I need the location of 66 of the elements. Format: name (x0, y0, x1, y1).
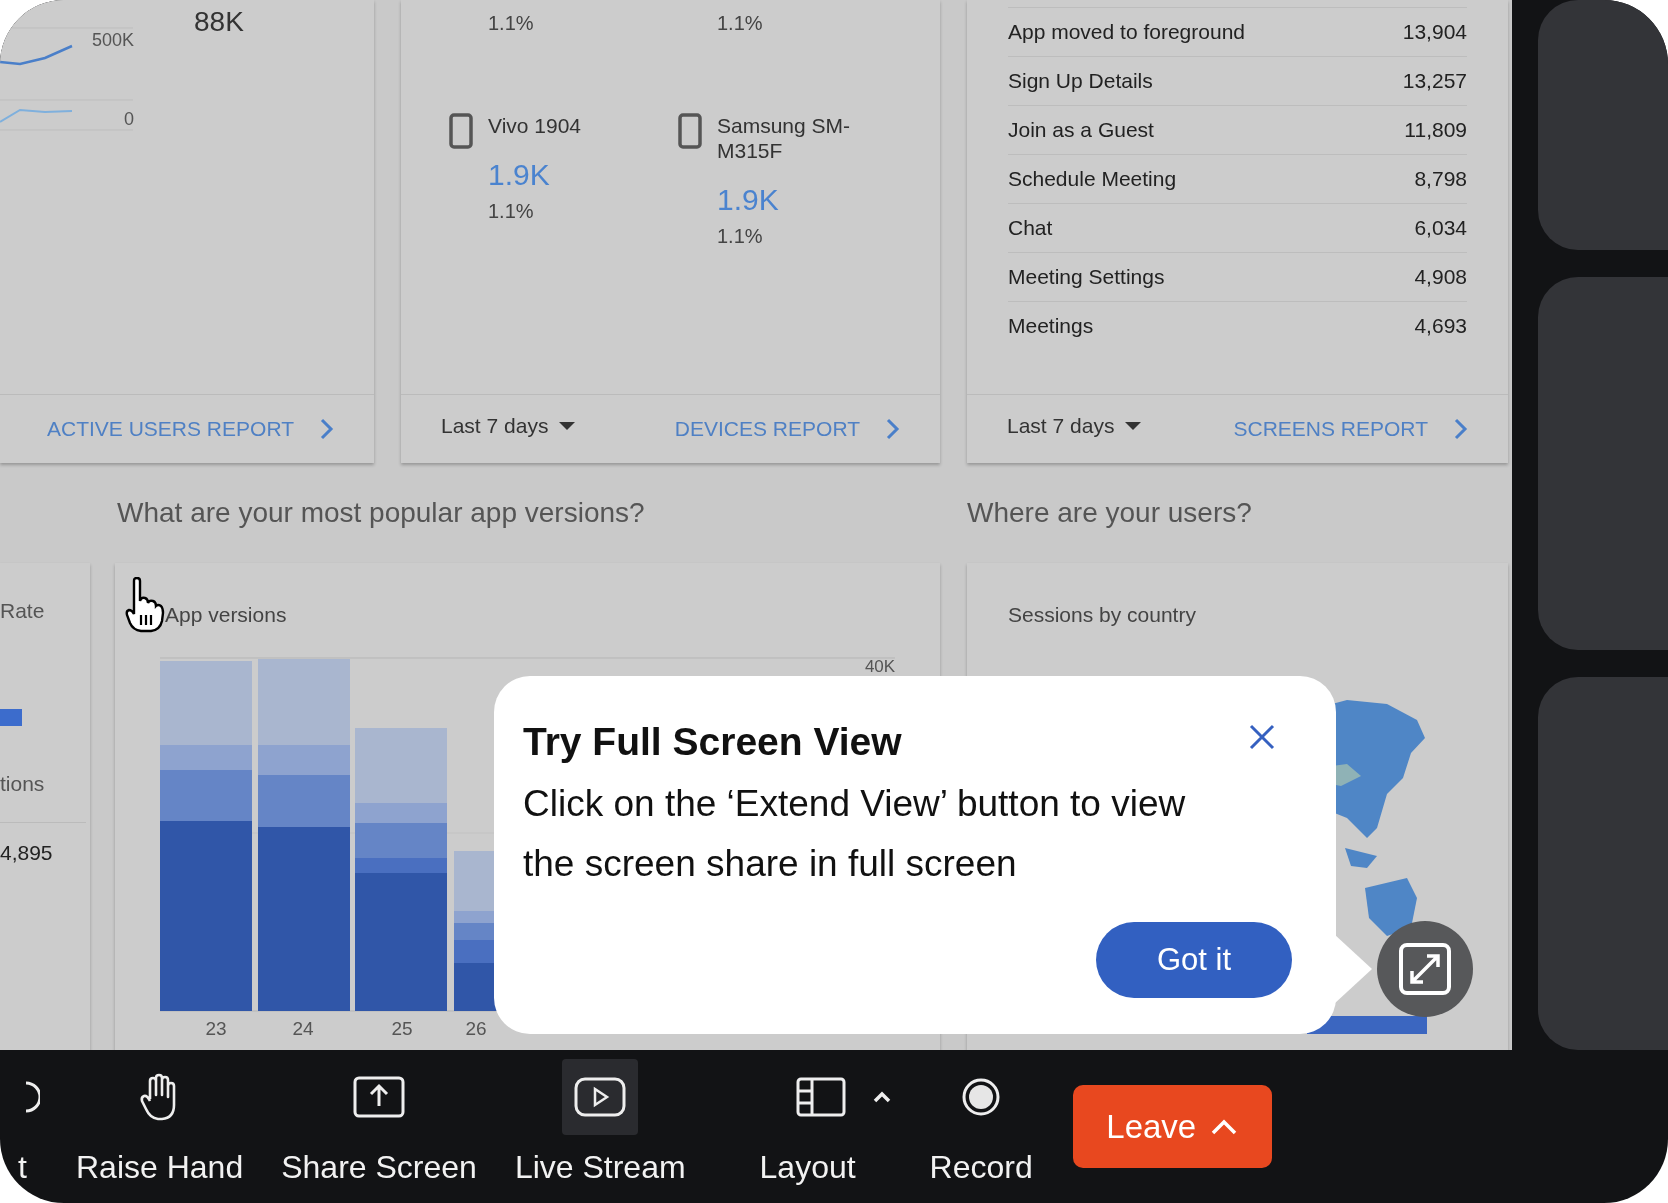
got-it-button[interactable]: Got it (1096, 922, 1292, 998)
screen-name: Chat (1008, 216, 1053, 240)
legend-bar (0, 709, 22, 726)
play-icon (574, 1077, 627, 1117)
leave-button[interactable]: Leave (1072, 1085, 1272, 1168)
screen-name: App moved to foreground (1008, 20, 1245, 44)
toolbar-button[interactable]: Record (929, 1059, 1033, 1186)
screen-name: Sign Up Details (1008, 69, 1153, 93)
card-label: tions (0, 772, 46, 796)
period-dropdown[interactable]: Last 7 days (1007, 414, 1143, 438)
share-value: 1.1% (488, 200, 535, 223)
toolbar-button[interactable]: t (18, 1059, 52, 1186)
share-value: 1.1% (717, 225, 764, 248)
chevron-right-icon[interactable] (1454, 418, 1468, 440)
screen-name: Schedule Meeting (1008, 167, 1177, 191)
caret-down-icon (1124, 421, 1143, 431)
axis-tick-label: 500K (91, 30, 134, 51)
share-screen-icon (353, 1076, 406, 1118)
section-heading: What are your most popular app versions? (117, 497, 646, 529)
screen-count: 11,809 (1404, 118, 1467, 142)
axis-label: 24 (292, 1018, 314, 1039)
screen-count: 13,904 (1402, 20, 1467, 44)
screen-count: 4,908 (1414, 265, 1467, 289)
device-count: 1.9K (717, 183, 780, 217)
chevron-right-icon[interactable] (886, 418, 900, 440)
device-count: 1.9K (488, 158, 551, 192)
screen-count: 8,798 (1414, 167, 1467, 191)
period-dropdown[interactable]: Last 7 days (441, 414, 577, 438)
screen-name: Meetings (1008, 314, 1094, 338)
close-icon[interactable] (1248, 723, 1276, 751)
toolbar-button[interactable]: Raise Hand (76, 1059, 244, 1186)
tooltip-title: Try Full Screen View (523, 720, 902, 764)
chevron-right-icon[interactable] (320, 418, 334, 440)
axis-label: 25 (391, 1018, 413, 1039)
caret-up-icon[interactable] (871, 1091, 892, 1103)
axis-tick-label: 40K (864, 657, 896, 676)
phone-icon (449, 113, 473, 149)
screen-count: 6,034 (1414, 216, 1467, 240)
card-label: Rate (0, 599, 46, 623)
caret-down-icon (558, 421, 577, 431)
screen-count: 13,257 (1402, 69, 1467, 93)
screen-count: 4,693 (1414, 314, 1467, 338)
toolbar-button[interactable]: Live Stream (514, 1059, 686, 1186)
caret-up-icon (1210, 1117, 1239, 1136)
axis-label: 26 (465, 1018, 487, 1039)
share-value: 1.1% (716, 12, 764, 35)
hand-cursor-icon (125, 577, 165, 633)
device-name: Samsung SM-M315F (717, 113, 852, 163)
record-icon (961, 1077, 1002, 1117)
tooltip-text: Click on the ‘Extend View’ button to view the screen share in full screen (523, 782, 1187, 886)
toolbar-button[interactable]: Layout (723, 1059, 892, 1186)
screen-name: Meeting Settings (1008, 265, 1165, 289)
screen-name: Join as a Guest (1008, 118, 1154, 142)
layout-icon (795, 1077, 846, 1117)
card-title: Sessions by country (1008, 603, 1196, 627)
metric-value: 88K (194, 6, 244, 39)
device-name: Vivo 1904 (488, 113, 583, 138)
axis-tick-label: 0 (124, 109, 134, 130)
toolbar-button[interactable]: Share Screen (281, 1059, 477, 1186)
card-title: App versions (165, 603, 287, 627)
axis-label: 23 (205, 1018, 227, 1039)
section-heading: Where are your users? (967, 497, 1252, 529)
phone-icon (678, 113, 702, 149)
card-value: 4,895 (0, 822, 86, 865)
share-value: 1.1% (487, 12, 535, 35)
expand-view-button[interactable] (1377, 921, 1473, 1017)
